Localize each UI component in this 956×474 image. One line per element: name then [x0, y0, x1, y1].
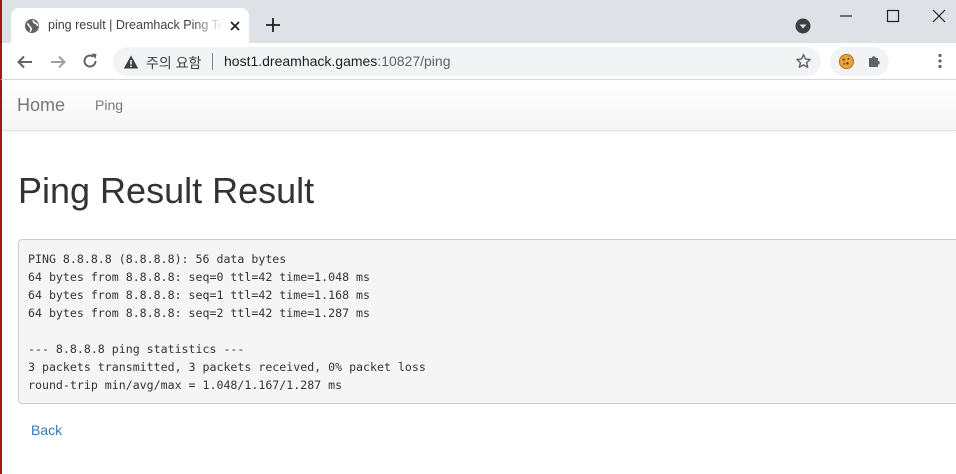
- back-link[interactable]: Back: [31, 422, 62, 438]
- url-host: host1.dreamhack.games: [224, 53, 378, 69]
- home-link[interactable]: Home: [17, 95, 65, 116]
- reload-icon[interactable]: [80, 51, 100, 71]
- forward-arrow-icon[interactable]: [48, 52, 68, 72]
- plus-icon[interactable]: [265, 17, 281, 33]
- tab-title: ping result | Dreamhack Ping Tester: [48, 18, 223, 32]
- url-path: :10827/ping: [377, 53, 451, 69]
- site-navbar: Home Ping: [2, 80, 956, 131]
- back-arrow-icon[interactable]: [15, 52, 35, 72]
- output-line: 64 bytes from 8.8.8.8: seq=2 ttl=42 time…: [28, 306, 371, 320]
- active-tab[interactable]: ping result | Dreamhack Ping Tester: [11, 8, 249, 43]
- tab-search-icon[interactable]: [795, 18, 811, 34]
- output-line: round-trip min/avg/max = 1.048/1.167/1.2…: [28, 378, 343, 392]
- url-text[interactable]: host1.dreamhack.games:10827/ping: [224, 53, 451, 69]
- cookie-icon[interactable]: [838, 53, 855, 70]
- puzzle-icon[interactable]: [867, 53, 883, 69]
- maximize-icon[interactable]: [885, 8, 901, 24]
- extensions-area: [830, 47, 889, 76]
- page-viewport: Home Ping Ping Result Result PING 8.8.8.…: [0, 80, 956, 474]
- security-status-text[interactable]: 주의 요함: [146, 53, 201, 73]
- warning-icon[interactable]: [123, 54, 139, 70]
- browser-toolbar: 주의 요함 host1.dreamhack.games:10827/ping: [0, 43, 956, 80]
- minimize-icon[interactable]: [838, 8, 854, 24]
- kebab-menu-icon[interactable]: [931, 52, 949, 70]
- output-line: 3 packets transmitted, 3 packets receive…: [28, 360, 426, 374]
- address-separator: [212, 53, 213, 70]
- tab-strip: ping result | Dreamhack Ping Tester: [0, 0, 956, 43]
- globe-icon: [25, 19, 39, 33]
- star-icon[interactable]: [795, 53, 812, 70]
- output-line: --- 8.8.8.8 ping statistics ---: [28, 342, 245, 356]
- window-close-icon[interactable]: [930, 7, 948, 25]
- output-line: 64 bytes from 8.8.8.8: seq=0 ttl=42 time…: [28, 270, 371, 284]
- address-bar[interactable]: 주의 요함 host1.dreamhack.games:10827/ping: [113, 47, 821, 76]
- output-line: 64 bytes from 8.8.8.8: seq=1 ttl=42 time…: [28, 288, 371, 302]
- nav-link-ping[interactable]: Ping: [95, 97, 123, 113]
- ping-output: PING 8.8.8.8 (8.8.8.8): 56 data bytes 64 …: [18, 239, 956, 404]
- close-icon[interactable]: [228, 19, 242, 33]
- page-title: Ping Result Result: [18, 170, 315, 211]
- output-line: PING 8.8.8.8 (8.8.8.8): 56 data bytes: [28, 252, 287, 266]
